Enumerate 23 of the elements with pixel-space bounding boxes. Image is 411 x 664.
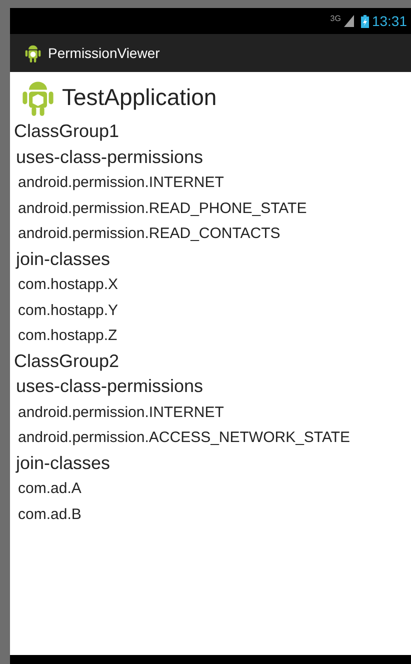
battery-icon (360, 14, 369, 28)
list-entry: com.ad.A (17, 479, 82, 499)
network-type: 3G (330, 14, 341, 23)
class-group-name: ClassGroup2 (14, 350, 120, 373)
list-entry: android.permission.INTERNET (17, 173, 225, 193)
list-entry: android.permission.READ_CONTACTS (17, 224, 282, 244)
class-group-name: ClassGroup1 (14, 120, 120, 143)
list-entry: android.permission.READ_PHONE_STATE (17, 198, 308, 218)
clock-time: 13:31 (372, 13, 407, 29)
app-bar-title: PermissionViewer (48, 45, 160, 61)
list-entry: android.permission.ACCESS_NETWORK_STATE (17, 428, 352, 448)
signal-icon (344, 15, 354, 27)
section-heading: uses-class-permissions (15, 375, 204, 398)
list-entry: com.ad.B (17, 504, 82, 524)
list-entry: com.hostapp.Y (17, 300, 120, 320)
list-entry: com.hostapp.X (17, 275, 120, 295)
list-entry: com.hostapp.Z (17, 326, 118, 346)
list-entry: android.permission.INTERNET (17, 402, 225, 422)
section-heading: join-classes (14, 248, 112, 271)
section-heading: join-classes (14, 452, 112, 475)
application-name: TestApplication (62, 84, 217, 110)
section-heading: uses-class-permissions (15, 146, 204, 169)
android-robot-icon (24, 43, 42, 63)
